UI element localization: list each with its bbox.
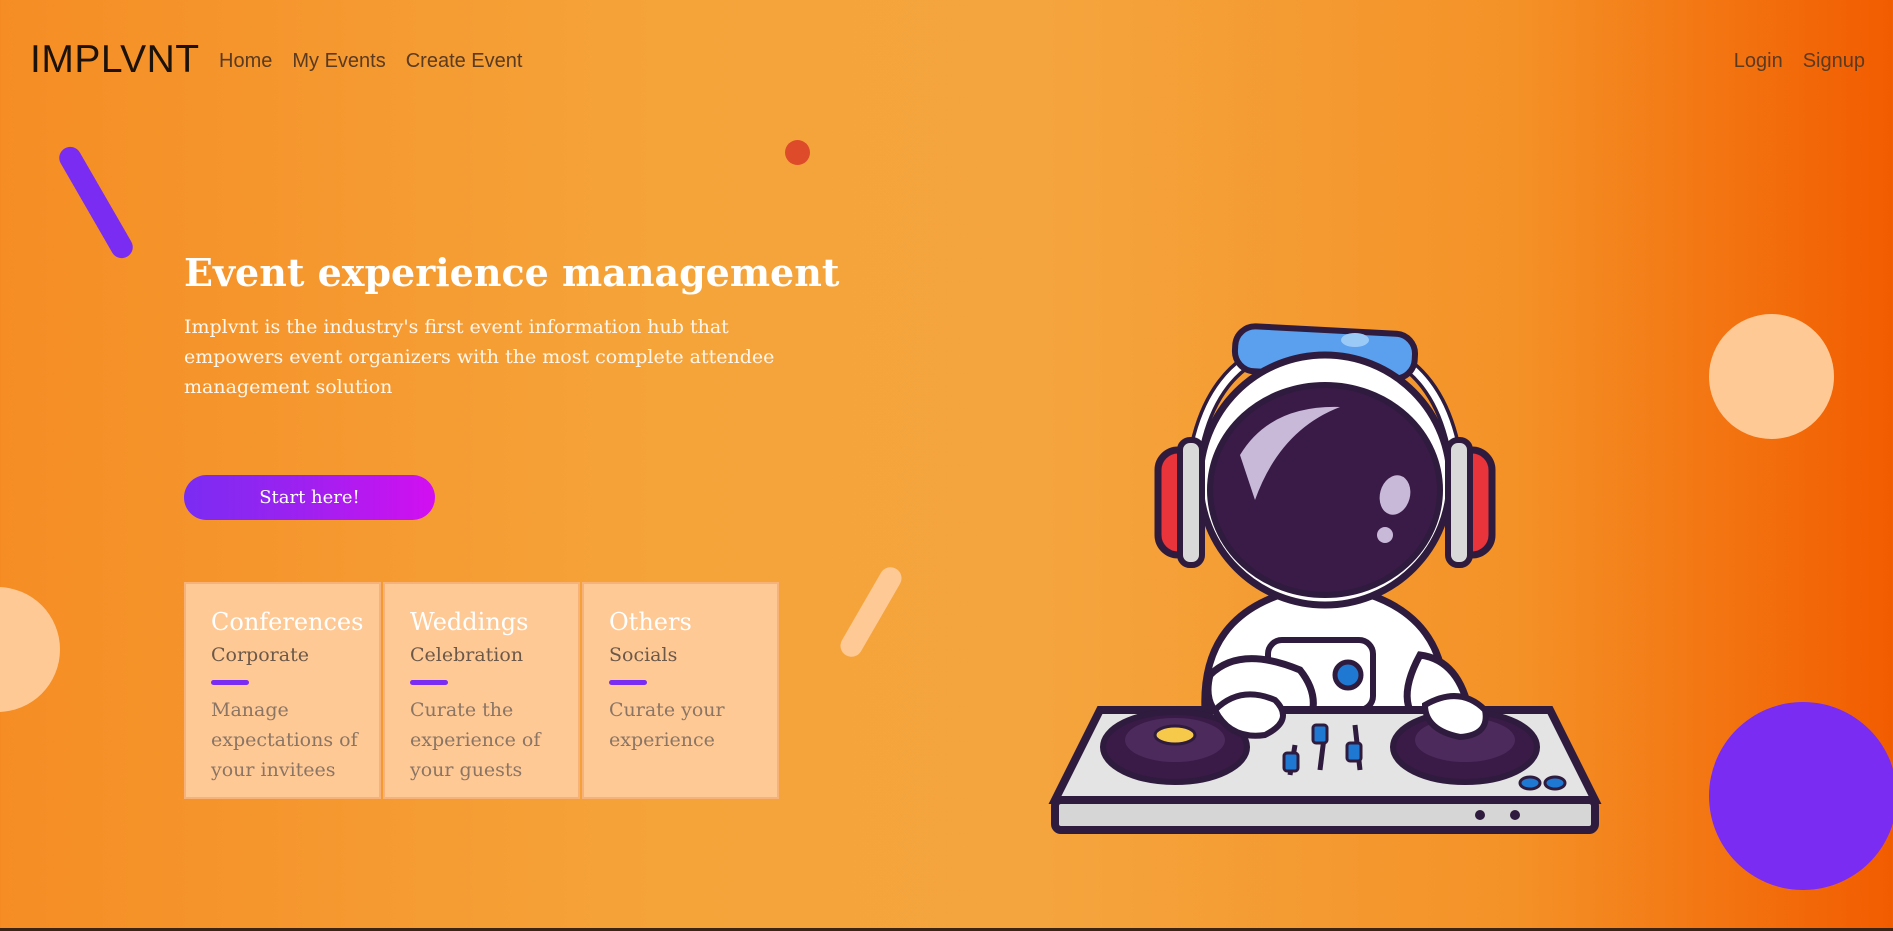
card-text: Curate your experience <box>609 699 725 751</box>
decor-peach-circle-right <box>1709 314 1834 439</box>
card-text: Manage expectations of your invitees <box>211 699 358 781</box>
decor-purple-stick <box>55 142 137 263</box>
event-type-cards: Conferences Corporate Manage expectation… <box>184 582 781 799</box>
decor-peach-stick <box>836 563 906 661</box>
card-subtitle: Celebration <box>410 644 524 666</box>
nav-link-signup[interactable]: Signup <box>1803 50 1865 73</box>
card-accent-bar <box>211 680 249 685</box>
nav-auth-links: Login Signup <box>1734 50 1865 73</box>
card-subtitle: Corporate <box>211 644 309 666</box>
decor-red-dot <box>785 140 810 165</box>
card-weddings[interactable]: Weddings Celebration Curate the experien… <box>383 582 580 799</box>
card-subtitle: Socials <box>609 644 678 666</box>
card-conferences[interactable]: Conferences Corporate Manage expectation… <box>184 582 381 799</box>
nav-link-login[interactable]: Login <box>1734 50 1783 73</box>
nav-main-links: Home My Events Create Event <box>219 50 522 73</box>
card-others[interactable]: Others Socials Curate your experience <box>582 582 779 799</box>
astronaut-dj-illustration <box>1048 323 1602 834</box>
start-here-button[interactable]: Start here! <box>184 475 435 520</box>
card-text: Curate the experience of your guests <box>410 699 541 781</box>
brand-logo[interactable]: IMPLVNT <box>30 38 200 82</box>
nav-link-home[interactable]: Home <box>219 50 272 73</box>
card-title: Others <box>609 608 692 636</box>
navbar: IMPLVNT Home My Events Create Event Logi… <box>0 0 1893 124</box>
hero-title: Event experience management <box>184 250 840 295</box>
nav-link-my-events[interactable]: My Events <box>292 50 385 73</box>
hero-description: Implvnt is the industry's first event in… <box>184 316 775 398</box>
card-accent-bar <box>410 680 448 685</box>
card-title: Conferences <box>211 608 364 636</box>
decor-peach-circle-left <box>0 587 60 712</box>
decor-purple-circle <box>1709 702 1893 890</box>
card-accent-bar <box>609 680 647 685</box>
card-title: Weddings <box>410 608 529 636</box>
nav-link-create-event[interactable]: Create Event <box>406 50 523 73</box>
